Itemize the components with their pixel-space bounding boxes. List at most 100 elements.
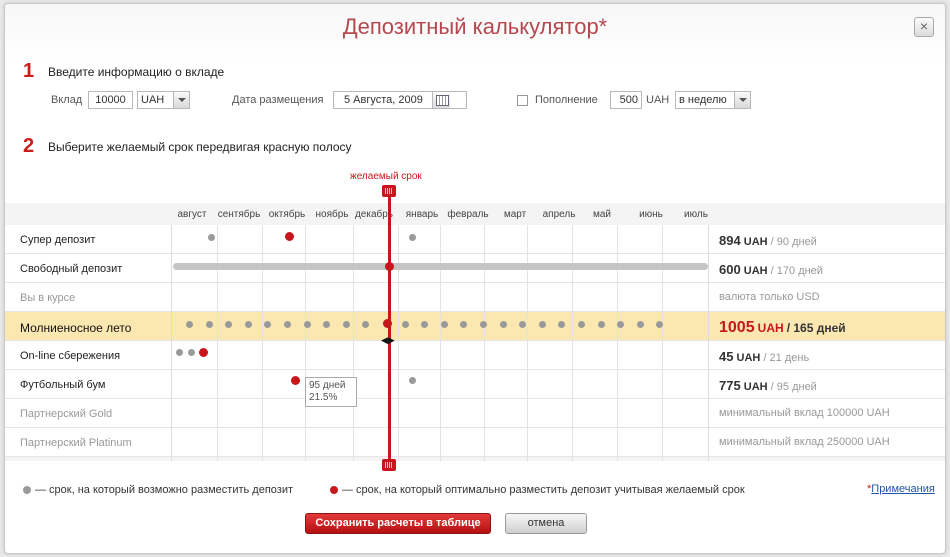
close-icon[interactable]: × [914,17,934,37]
legend-red-text: — срок, на который оптимально разместить… [342,484,745,496]
currency-select[interactable]: UAH [137,91,190,109]
result-currency: UAH [743,236,768,248]
result-currency: UAH [757,321,784,335]
month-gridline [217,225,218,461]
possible-term-bar[interactable] [173,263,708,270]
result-amount: 1005 [719,319,755,336]
possible-term-dot[interactable] [538,321,546,328]
topup-amount-input[interactable]: 500 [610,91,642,109]
deposit-result: 1005 UAH / 165 дней [719,319,846,337]
month-gridline [484,225,485,461]
dialog-title: Депозитный калькулятор* [342,14,608,39]
result-term: / 95 дней [770,381,817,393]
step-1-number: 1 [23,60,35,82]
possible-term-dot[interactable] [597,321,605,328]
month-gridline [305,225,306,461]
possible-term-dot[interactable] [284,321,291,328]
possible-term-dot[interactable] [208,234,215,241]
possible-term-dot[interactable] [303,321,311,328]
chevron-down-icon[interactable] [173,92,189,108]
result-amount: 894 [719,233,741,248]
possible-term-dot[interactable] [401,321,409,328]
result-term: / 90 дней [770,236,817,248]
topup-period-value: в неделю [679,94,727,106]
result-term: / 21 день [763,352,810,364]
result-term: / 170 дней [770,265,823,277]
month-label: ноябрь [315,209,349,220]
slider-top-handle[interactable] [382,185,396,197]
deposit-name: Вы в курсе [20,292,76,304]
result-amount: 775 [719,378,741,393]
deposit-result: валюта только USD [719,291,820,303]
month-label: сентябрь [217,209,261,220]
topup-currency: UAH [646,94,670,106]
possible-term-dot[interactable] [176,349,183,356]
result-column-separator [708,225,709,461]
possible-term-dot[interactable] [409,377,416,384]
notes-link[interactable]: *Примечания [867,483,935,495]
possible-term-dot[interactable] [636,321,644,328]
month-gridline [527,225,528,461]
topup-period-select[interactable]: в неделю [675,91,751,109]
month-gridline [262,225,263,461]
deposit-calculator-dialog: Депозитный калькулятор* × 1 Введите инфо… [4,3,946,554]
result-currency: UAH [743,265,768,277]
result-currency: UAH [736,352,761,364]
possible-term-dot[interactable] [205,321,213,328]
month-label: январь [405,209,439,220]
result-amount: 45 [719,349,734,364]
currency-value: UAH [141,94,165,106]
month-label: октябрь [268,209,306,220]
possible-term-dot[interactable] [186,321,193,328]
possible-term-dot[interactable] [244,321,252,328]
month-gridline [572,225,573,461]
deposit-result: минимальный вклад 250000 UAH [719,436,890,448]
possible-term-dot[interactable] [578,321,585,328]
date-field[interactable]: 5 Августа, 2009 [333,91,467,109]
possible-term-dot[interactable] [480,321,487,328]
step-1-text: Введите информацию о вкладе [48,65,225,79]
deposit-name: Свободный депозит [20,263,123,275]
month-label: август [177,209,207,220]
deposit-name: Супер депозит [20,234,96,246]
deposit-name: On-line сбережения [20,350,121,362]
chevron-down-icon[interactable] [734,92,750,108]
optimal-term-dot[interactable] [291,376,300,385]
result-term: / 165 дней [786,321,846,335]
possible-term-dot[interactable] [342,321,350,328]
month-gridline [398,225,399,461]
month-gridline [353,225,354,461]
deposit-name: Футбольный бум [20,379,106,391]
possible-term-dot[interactable] [409,234,416,241]
deposit-result: 894 UAH / 90 дней [719,233,817,248]
possible-term-dot[interactable] [499,321,507,328]
gray-dot-icon [23,486,31,494]
slider-bottom-handle[interactable] [382,459,396,471]
month-gridline [617,225,618,461]
possible-term-dot[interactable] [440,321,448,328]
topup-checkbox[interactable] [517,95,528,106]
topup-label: Пополнение [535,94,598,106]
month-label: май [592,209,612,220]
tooltip-days: 95 дней [309,380,346,391]
month-label: июнь [639,209,663,220]
possible-term-dot[interactable] [188,349,195,356]
step-2-number: 2 [23,135,35,157]
month-gridline [662,225,663,461]
optimal-term-dot[interactable] [199,348,208,357]
save-to-table-button[interactable]: Сохранить расчеты в таблице [305,513,491,534]
month-label: июль [684,209,708,220]
date-label: Дата размещения [232,94,324,106]
slider-drag-arrows-icon[interactable]: ◀▶ [381,335,395,346]
date-value: 5 Августа, 2009 [344,94,423,106]
calendar-icon[interactable] [432,92,450,108]
optimal-term-dot[interactable] [285,232,294,241]
deposit-amount-input[interactable]: 10000 [88,91,133,109]
term-tooltip: 95 дней 21.5% [305,377,357,407]
legend-gray-text: — срок, на который возможно разместить д… [35,484,294,496]
desired-term-label: желаемый срок [350,171,422,182]
result-amount: 600 [719,262,741,277]
cancel-button[interactable]: отмена [505,513,587,534]
desired-term-slider[interactable] [388,190,391,471]
deposit-label: Вклад [51,94,83,106]
